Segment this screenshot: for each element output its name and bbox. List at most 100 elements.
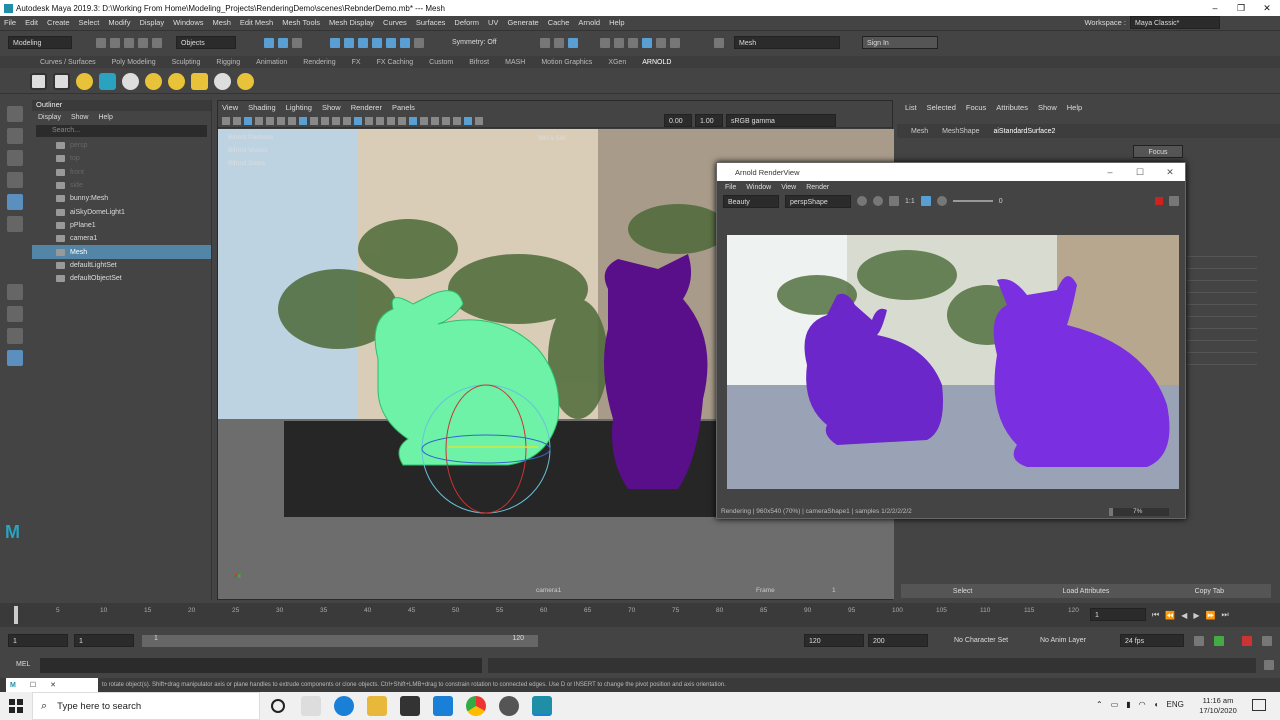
scale-tool-icon[interactable] bbox=[7, 216, 23, 232]
redo-icon[interactable] bbox=[152, 37, 162, 48]
renderview-settings-icon[interactable] bbox=[1169, 196, 1179, 206]
select-object-icon[interactable] bbox=[278, 37, 288, 48]
snap-surface-icon[interactable] bbox=[386, 37, 396, 48]
mesh-light-icon[interactable] bbox=[122, 72, 139, 90]
mel-label[interactable]: MEL bbox=[16, 661, 30, 668]
light-portal-icon[interactable] bbox=[168, 72, 185, 90]
copy-tab-button[interactable]: Copy Tab bbox=[1148, 588, 1271, 595]
region-icon[interactable] bbox=[920, 196, 931, 206]
menu-generate[interactable]: Generate bbox=[507, 18, 538, 27]
new-scene-icon[interactable] bbox=[96, 37, 106, 48]
viewport-tool-icon[interactable] bbox=[288, 116, 296, 125]
selection-mode-dropdown[interactable]: Objects bbox=[176, 36, 236, 49]
physical-sky-icon[interactable] bbox=[191, 72, 208, 90]
sun-icon[interactable] bbox=[237, 72, 254, 90]
render-view-icon[interactable] bbox=[568, 37, 578, 48]
attr-tab-aistandardsurface2[interactable]: aiStandardSurface2 bbox=[993, 128, 1055, 135]
viewport-tool-icon[interactable] bbox=[222, 116, 230, 125]
play-forward-icon[interactable]: ▶ bbox=[1193, 611, 1199, 620]
viewport-tool-icon[interactable] bbox=[244, 116, 252, 125]
menu-surfaces[interactable]: Surfaces bbox=[416, 18, 446, 27]
workspace-dropdown[interactable]: Maya Classic* bbox=[1130, 16, 1220, 29]
outliner-item[interactable]: front bbox=[32, 166, 211, 179]
menu-edit[interactable]: Edit bbox=[25, 18, 38, 27]
crop-icon[interactable] bbox=[889, 196, 899, 206]
shelf-tab-poly-modeling[interactable]: Poly Modeling bbox=[104, 59, 164, 66]
outliner-tab[interactable]: Outliner bbox=[32, 100, 211, 111]
zoom-ratio[interactable]: 1:1 bbox=[905, 198, 915, 205]
outliner-search[interactable]: Search... bbox=[36, 125, 207, 137]
outliner-item[interactable]: defaultObjectSet bbox=[32, 272, 211, 285]
move-tool-icon[interactable] bbox=[7, 172, 23, 188]
chrome-icon[interactable] bbox=[466, 696, 486, 716]
attr-tab-mesh[interactable]: Mesh bbox=[911, 128, 928, 135]
wifi-icon[interactable]: ◠ bbox=[1139, 700, 1146, 709]
auto-key-icon[interactable] bbox=[1214, 636, 1224, 646]
snap-point-icon[interactable] bbox=[358, 37, 368, 48]
viewport-tool-icon[interactable] bbox=[266, 116, 274, 125]
outliner-item[interactable]: defaultLightSet bbox=[32, 259, 211, 272]
go-to-start-icon[interactable]: ⏮ bbox=[1152, 610, 1159, 620]
renderview-menu-file[interactable]: File bbox=[725, 184, 736, 191]
attr-menu-attributes[interactable]: Attributes bbox=[996, 103, 1028, 112]
rotate-tool-icon[interactable] bbox=[7, 194, 23, 210]
sign-in-button[interactable]: Sign In bbox=[862, 36, 938, 49]
stop-icon[interactable] bbox=[1155, 197, 1163, 205]
renderview-menu-window[interactable]: Window bbox=[746, 184, 771, 191]
playback-start-field[interactable]: 1 bbox=[74, 634, 134, 647]
exposure-icon[interactable] bbox=[936, 196, 947, 206]
restore-button[interactable]: ❐ bbox=[1228, 3, 1254, 14]
shelf-tab-bifrost[interactable]: Bifrost bbox=[461, 59, 497, 66]
mini-window-tab[interactable]: M ☐ ✕ bbox=[6, 678, 98, 692]
outliner-menu-display[interactable]: Display bbox=[38, 114, 61, 121]
attr-menu-help[interactable]: Help bbox=[1067, 103, 1082, 112]
anim-end-field[interactable]: 200 bbox=[868, 634, 928, 647]
mel-input[interactable] bbox=[40, 658, 482, 673]
render-image[interactable] bbox=[727, 235, 1179, 489]
attr-tab-meshshape[interactable]: MeshShape bbox=[942, 128, 979, 135]
viewport-tool-icon[interactable] bbox=[354, 116, 362, 125]
aov-dropdown[interactable]: Beauty bbox=[723, 194, 779, 208]
viewport-tool-icon[interactable] bbox=[233, 116, 241, 125]
anim-layer-dropdown[interactable]: No Anim Layer bbox=[1036, 634, 1110, 647]
load-attributes-button[interactable]: Load Attributes bbox=[1024, 588, 1147, 595]
input-line-icon[interactable] bbox=[714, 37, 724, 48]
viewport-tool-icon[interactable] bbox=[420, 116, 428, 125]
symmetry-dropdown[interactable]: Symmetry: Off bbox=[448, 36, 508, 49]
viewport-tool-icon[interactable] bbox=[376, 116, 384, 125]
fps-dropdown[interactable]: 24 fps bbox=[1120, 634, 1184, 647]
obs-icon[interactable] bbox=[499, 696, 519, 716]
character-set-dropdown[interactable]: No Character Set bbox=[950, 634, 1024, 647]
close-button[interactable]: ✕ bbox=[1254, 3, 1280, 14]
menu-arnold[interactable]: Arnold bbox=[578, 18, 600, 27]
select-tool-icon[interactable] bbox=[7, 106, 23, 122]
viewport-tool-icon[interactable] bbox=[365, 116, 373, 125]
viewport-tool-icon[interactable] bbox=[453, 116, 461, 125]
select-hierarchy-icon[interactable] bbox=[264, 37, 274, 48]
maya-taskbar-icon[interactable] bbox=[532, 696, 552, 716]
attr-menu-focus[interactable]: Focus bbox=[966, 103, 986, 112]
viewport-tool-icon[interactable] bbox=[409, 116, 417, 125]
viewport-menu-view[interactable]: View bbox=[222, 103, 238, 112]
lock-icon[interactable] bbox=[414, 37, 424, 48]
paint-select-icon[interactable] bbox=[7, 150, 23, 166]
prefs-icon[interactable] bbox=[1262, 636, 1272, 646]
shelf-tab-custom[interactable]: Custom bbox=[421, 59, 461, 66]
volume-icon[interactable]: ◖ bbox=[1154, 700, 1159, 709]
viewport-tool-icon[interactable] bbox=[387, 116, 395, 125]
render-frame-icon[interactable] bbox=[30, 72, 47, 90]
renderview-maximize-button[interactable]: ☐ bbox=[1125, 167, 1155, 178]
viewport-menu-lighting[interactable]: Lighting bbox=[286, 103, 312, 112]
go-to-end-icon[interactable]: ⏭ bbox=[1221, 610, 1228, 620]
snap-grid-icon[interactable] bbox=[330, 37, 340, 48]
mini-restore-icon[interactable]: ☐ bbox=[30, 681, 36, 689]
arnold-render-icon[interactable] bbox=[642, 37, 652, 48]
attr-menu-selected[interactable]: Selected bbox=[927, 103, 956, 112]
menu-deform[interactable]: Deform bbox=[454, 18, 479, 27]
viewport-tool-icon[interactable] bbox=[321, 116, 329, 125]
refresh-icon[interactable] bbox=[873, 196, 883, 206]
renderview-minimize-button[interactable]: – bbox=[1095, 167, 1125, 178]
viewport-menu-shading[interactable]: Shading bbox=[248, 103, 276, 112]
playback-end-field[interactable]: 120 bbox=[804, 634, 864, 647]
step-back-key-icon[interactable]: ⏪ bbox=[1165, 611, 1175, 620]
